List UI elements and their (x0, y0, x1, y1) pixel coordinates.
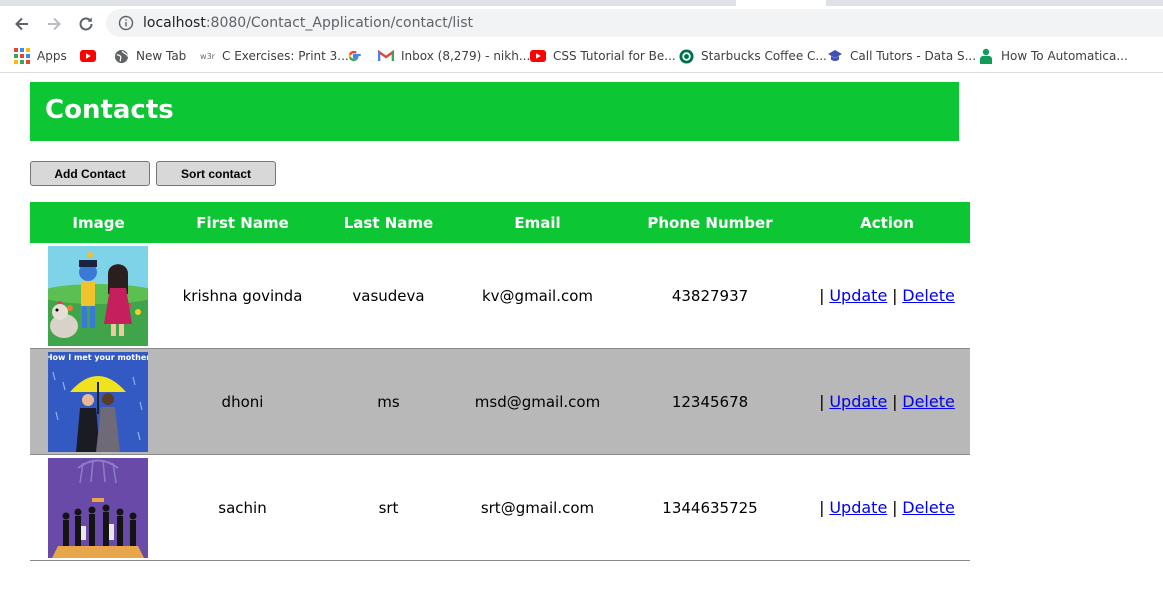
header-image: Image (30, 202, 167, 243)
action-separator: | (892, 286, 898, 305)
bookmark-label: CSS Tutorial for Be... (553, 49, 676, 63)
w3r-icon: w3r (200, 51, 215, 61)
poster-title-text: How I met your mother (48, 353, 148, 362)
add-contact-button[interactable]: Add Contact (30, 161, 150, 186)
update-link[interactable]: Update (829, 392, 887, 411)
bookmark-starbucks[interactable]: Starbucks Coffee C... (678, 47, 827, 65)
reload-icon (79, 17, 93, 31)
header-email: Email (459, 202, 616, 243)
update-link[interactable]: Update (829, 286, 887, 305)
first-name-cell: krishna govinda (167, 243, 318, 349)
header-action: Action (804, 202, 970, 243)
action-separator: | (819, 392, 825, 411)
table-header-row: Image First Name Last Name Email Phone N… (30, 202, 970, 243)
delete-link[interactable]: Delete (902, 392, 955, 411)
first-name-cell: sachin (167, 454, 318, 561)
action-separator: | (819, 498, 825, 517)
phone-cell: 12345678 (616, 348, 804, 455)
arrow-left-icon (15, 17, 28, 31)
image-cell (30, 454, 167, 561)
reload-button[interactable] (75, 14, 97, 34)
browser-toolbar: localhost:8080/Contact_Application/conta… (0, 6, 1163, 40)
action-cell: | Update | Delete (804, 243, 970, 349)
youtube-icon (80, 48, 96, 64)
gmail-icon (378, 48, 394, 64)
table-row: krishna govinda vasudeva kv@gmail.com 43… (30, 243, 970, 349)
page-title: Contacts (45, 95, 174, 125)
youtube-icon (530, 48, 546, 64)
delete-link[interactable]: Delete (902, 286, 955, 305)
phone-cell: 1344635725 (616, 454, 804, 561)
email-cell: msd@gmail.com (459, 348, 616, 455)
sort-contact-button[interactable]: Sort contact (156, 161, 276, 186)
table-row: sachin srt srt@gmail.com 1344635725 | Up… (30, 454, 970, 561)
arrow-right-icon (48, 17, 61, 31)
info-icon[interactable] (118, 15, 134, 31)
bookmark-label: Starbucks Coffee C... (701, 49, 827, 63)
email-cell: kv@gmail.com (459, 243, 616, 349)
bookmark-label: How To Automatica... (1001, 49, 1128, 63)
contact-photo-group (48, 457, 148, 558)
bookmark-label: C Exercises: Print 3... (222, 49, 349, 63)
contact-photo-cartoon (48, 245, 148, 346)
header-phone-number: Phone Number (616, 202, 804, 243)
forward-button[interactable] (43, 14, 65, 34)
address-bar[interactable]: localhost:8080/Contact_Application/conta… (106, 9, 1163, 37)
person-icon (978, 48, 994, 64)
first-name-cell: dhoni (167, 348, 318, 455)
action-separator: | (892, 498, 898, 517)
bookmark-gmail[interactable]: Inbox (8,279) - nikh... (378, 47, 530, 65)
last-name-cell: vasudeva (318, 243, 459, 349)
bookmark-call-tutors[interactable]: Call Tutors - Data S... (827, 47, 976, 65)
starbucks-icon (678, 48, 694, 64)
delete-link[interactable]: Delete (902, 498, 955, 517)
action-cell: | Update | Delete (804, 348, 970, 455)
back-button[interactable] (11, 14, 33, 34)
header-banner: Contacts (30, 82, 959, 141)
email-cell: srt@gmail.com (459, 454, 616, 561)
globe-icon (113, 48, 129, 64)
update-link[interactable]: Update (829, 498, 887, 517)
bookmark-c-exercises[interactable]: w3r C Exercises: Print 3... (199, 47, 349, 65)
last-name-cell: ms (318, 348, 459, 455)
action-separator: | (819, 286, 825, 305)
url-host: localhost (143, 15, 206, 31)
bookmark-label: Inbox (8,279) - nikh... (401, 49, 531, 63)
bookmark-label: Call Tutors - Data S... (850, 49, 977, 63)
bookmark-label: New Tab (136, 49, 187, 63)
bookmark-label: Apps (37, 49, 67, 63)
header-first-name: First Name (167, 202, 318, 243)
bookmarks-bar: Apps New Tab w3r C Exercises: Print 3...… (0, 40, 1163, 73)
bookmark-google[interactable] (346, 47, 369, 65)
url-path: :8080/Contact_Application/contact/list (205, 15, 473, 31)
image-cell (30, 243, 167, 349)
apps-grid-icon (14, 48, 30, 64)
header-last-name: Last Name (318, 202, 459, 243)
table-row: How I met your mother dhoni ms msd@gmail… (30, 348, 970, 455)
url-text[interactable]: localhost:8080/Contact_Application/conta… (143, 15, 473, 31)
phone-cell: 43827937 (616, 243, 804, 349)
google-icon (346, 48, 362, 64)
action-cell: | Update | Delete (804, 454, 970, 561)
last-name-cell: srt (318, 454, 459, 561)
image-cell: How I met your mother (30, 348, 167, 455)
bookmark-new-tab[interactable]: New Tab (113, 47, 186, 65)
bookmark-apps[interactable]: Apps (14, 47, 67, 65)
bookmark-css-tutorial[interactable]: CSS Tutorial for Be... (530, 47, 676, 65)
action-separator: | (892, 392, 898, 411)
contact-photo-umbrella: How I met your mother (48, 351, 148, 452)
bookmark-how-to-automate[interactable]: How To Automatica... (978, 47, 1128, 65)
bookmark-youtube[interactable] (80, 47, 103, 65)
contacts-table: Image First Name Last Name Email Phone N… (30, 202, 970, 561)
graduation-cap-icon (827, 48, 843, 64)
